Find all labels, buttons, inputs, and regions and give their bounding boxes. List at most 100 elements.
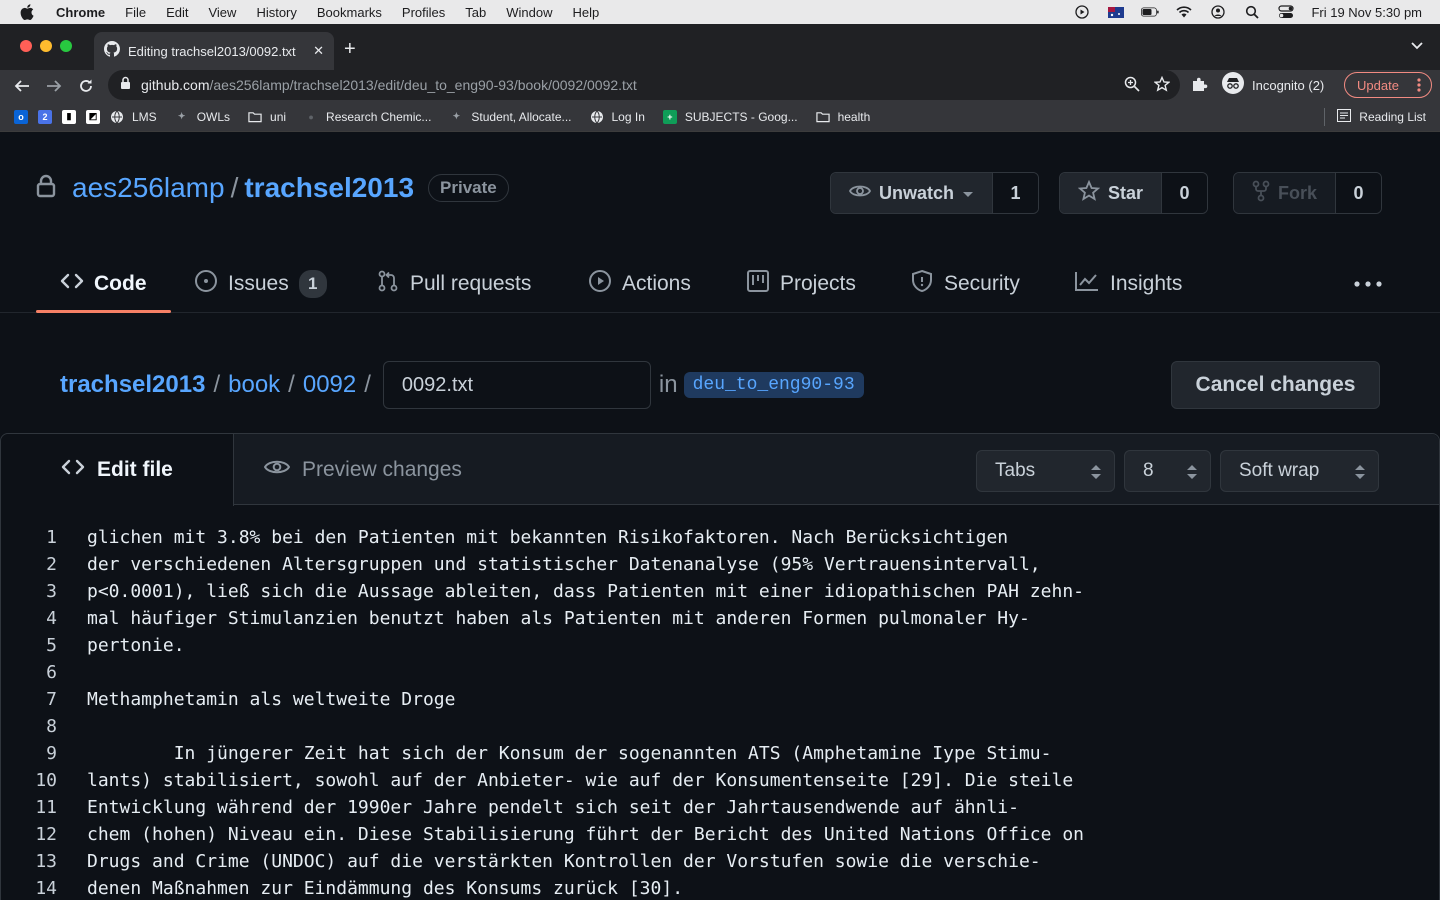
minimize-window-button[interactable]	[40, 40, 52, 52]
menu-file[interactable]: File	[125, 5, 146, 20]
tab-preview-changes[interactable]: Preview changes	[263, 434, 462, 505]
line-text[interactable]: chem (hohen) Niveau ein. Diese Stabilisi…	[87, 824, 1084, 845]
code-line[interactable]: 9 In jüngerer Zeit hat sich der Konsum d…	[1, 740, 1439, 767]
bookmark-star-icon[interactable]	[1153, 75, 1171, 97]
media-play-icon[interactable]	[1073, 5, 1091, 19]
chrome-menu-kebab-icon[interactable]	[1417, 77, 1421, 96]
tab-insights[interactable]: Insights	[1074, 256, 1182, 312]
breadcrumb-0092-link[interactable]: 0092	[303, 371, 356, 399]
menu-help[interactable]: Help	[573, 5, 600, 20]
code-line[interactable]: 3 p<0.0001), ließ sich die Aussage ableit…	[1, 578, 1439, 605]
code-line[interactable]: 5 pertonie.	[1, 632, 1439, 659]
bookmark-github[interactable]: ◩	[86, 109, 100, 124]
browser-tab-active[interactable]: Editing trachsel2013/0092.txt ✕	[94, 32, 334, 70]
tab-actions[interactable]: Actions	[588, 256, 691, 312]
spotlight-search-icon[interactable]	[1243, 5, 1261, 19]
bookmark-outlook[interactable]: o	[14, 109, 28, 124]
extensions-puzzle-icon[interactable]	[1190, 76, 1208, 99]
code-line[interactable]: 11 Entwicklung während der 1990er Jahre p…	[1, 794, 1439, 821]
filename-input[interactable]: 0092.txt	[382, 361, 651, 409]
bookmark-health[interactable]: health	[815, 110, 870, 124]
bookmark-lms[interactable]: LMS	[110, 110, 157, 124]
bookmark-uni[interactable]: uni	[248, 110, 286, 124]
fork-button[interactable]: Fork	[1234, 173, 1336, 213]
branch-name-badge[interactable]: deu_to_eng90-93	[683, 372, 864, 398]
apple-menu-icon[interactable]	[20, 4, 36, 20]
bookmark-subjects[interactable]: + SUBJECTS - Goog...	[662, 109, 798, 124]
incognito-profile-button[interactable]: Incognito (2)	[1222, 71, 1324, 97]
wifi-icon[interactable]	[1175, 5, 1193, 19]
back-arrow-icon[interactable]	[12, 76, 32, 96]
code-line[interactable]: 4 mal häufiger Stimulanzien benutzt haben…	[1, 605, 1439, 632]
unwatch-button[interactable]: Unwatch	[831, 173, 993, 213]
cancel-changes-button[interactable]: Cancel changes	[1171, 361, 1380, 409]
line-text[interactable]: lants) stabilisiert, sowohl auf der Anbi…	[87, 770, 1073, 791]
bookmark-log-in[interactable]: Log In	[590, 110, 645, 124]
flag-icon[interactable]	[1107, 5, 1125, 19]
tab-pull-requests[interactable]: Pull requests	[376, 256, 531, 312]
line-text[interactable]: Entwicklung während der 1990er Jahre pen…	[87, 797, 1019, 818]
breadcrumb-book-link[interactable]: book	[228, 371, 280, 399]
zoom-window-button[interactable]	[60, 40, 72, 52]
repo-name-link[interactable]: trachsel2013	[244, 172, 414, 204]
reading-list-button[interactable]: Reading List	[1324, 102, 1426, 132]
wrap-mode-select[interactable]: Soft wrap	[1220, 450, 1379, 492]
line-text[interactable]: glichen mit 3.8% bei den Patienten mit b…	[87, 527, 1008, 548]
star-count[interactable]: 0	[1161, 173, 1208, 213]
update-chrome-button[interactable]: Update	[1344, 72, 1432, 98]
close-window-button[interactable]	[20, 40, 32, 52]
battery-icon[interactable]	[1141, 5, 1160, 19]
code-line[interactable]: 8	[1, 713, 1439, 740]
user-account-icon[interactable]	[1209, 5, 1227, 19]
line-text[interactable]: Drugs and Crime (UNDOC) auf die verstärk…	[87, 851, 1041, 872]
bookmark-calendar[interactable]: 2	[38, 109, 52, 124]
code-line[interactable]: 1 glichen mit 3.8% bei den Patienten mit …	[1, 524, 1439, 551]
zoom-icon[interactable]	[1124, 76, 1140, 97]
line-text[interactable]: mal häufiger Stimulanzien benutzt haben …	[87, 608, 1030, 629]
code-line[interactable]: 2 der verschiedenen Altersgruppen und sta…	[1, 551, 1439, 578]
tab-projects[interactable]: Projects	[746, 256, 856, 312]
bookmark-research-chemicals[interactable]: ● Research Chemic...	[304, 110, 431, 124]
close-tab-icon[interactable]: ✕	[313, 43, 324, 59]
menu-view[interactable]: View	[208, 5, 236, 20]
tab-code[interactable]: Code	[36, 256, 170, 313]
new-tab-button[interactable]: +	[344, 38, 356, 61]
lock-icon[interactable]	[120, 76, 131, 95]
code-line[interactable]: 10 lants) stabilisiert, sowohl auf der An…	[1, 767, 1439, 794]
code-area[interactable]: 1 glichen mit 3.8% bei den Patienten mit …	[1, 524, 1439, 900]
address-bar[interactable]: github.com/aes256lamp/trachsel2013/edit/…	[108, 70, 1180, 100]
reload-icon[interactable]	[76, 76, 96, 96]
tab-issues[interactable]: Issues 1	[194, 256, 327, 312]
menu-history[interactable]: History	[256, 5, 296, 20]
watch-count[interactable]: 1	[992, 173, 1039, 213]
forward-arrow-icon[interactable]	[44, 76, 64, 96]
fork-count[interactable]: 0	[1335, 173, 1382, 213]
menu-tab[interactable]: Tab	[465, 5, 486, 20]
code-line[interactable]: 6	[1, 659, 1439, 686]
star-button[interactable]: Star	[1060, 173, 1162, 213]
code-line[interactable]: 7 Methamphetamin als weltweite Droge	[1, 686, 1439, 713]
line-text[interactable]: p<0.0001), ließ sich die Aussage ableite…	[87, 581, 1084, 602]
menu-profiles[interactable]: Profiles	[402, 5, 445, 20]
tab-search-chevron-icon[interactable]	[1410, 38, 1424, 56]
bookmark-student-allocate[interactable]: ✦ Student, Allocate...	[449, 110, 572, 124]
more-nav-kebab-icon[interactable]	[1354, 256, 1382, 312]
menu-bookmarks[interactable]: Bookmarks	[317, 5, 382, 20]
line-text[interactable]: der verschiedenen Altersgruppen und stat…	[87, 554, 1041, 575]
tab-edit-file[interactable]: Edit file	[1, 434, 234, 506]
menu-edit[interactable]: Edit	[166, 5, 188, 20]
breadcrumb-repo-link[interactable]: trachsel2013	[60, 371, 205, 399]
repo-owner-link[interactable]: aes256lamp	[72, 172, 225, 204]
line-text[interactable]: In jüngerer Zeit hat sich der Konsum der…	[87, 743, 1052, 764]
line-text[interactable]: denen Maßnahmen zur Eindämmung des Konsu…	[87, 878, 683, 899]
tab-security[interactable]: Security	[910, 256, 1020, 312]
indent-mode-select[interactable]: Tabs	[976, 450, 1115, 492]
code-line[interactable]: 13 Drugs and Crime (UNDOC) auf die verstä…	[1, 848, 1439, 875]
code-line[interactable]: 12 chem (hohen) Niveau ein. Diese Stabili…	[1, 821, 1439, 848]
indent-size-select[interactable]: 8	[1124, 450, 1211, 492]
menu-window[interactable]: Window	[506, 5, 552, 20]
line-text[interactable]: Methamphetamin als weltweite Droge	[87, 689, 455, 710]
control-center-icon[interactable]	[1277, 5, 1295, 19]
menu-app-name[interactable]: Chrome	[56, 5, 105, 20]
bookmark-app-black[interactable]: ▮	[62, 109, 76, 124]
